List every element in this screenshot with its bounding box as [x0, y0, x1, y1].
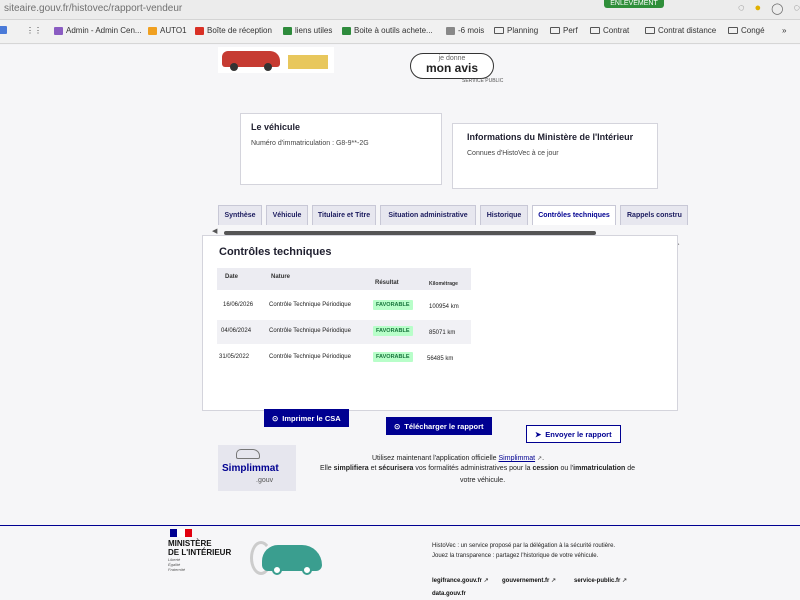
bookmark-item[interactable]: Boite à outils achete... — [342, 26, 433, 35]
col-nature: Nature — [271, 274, 291, 280]
avis-note: SERVICE PUBLIC — [462, 78, 504, 84]
puzzle-icon[interactable]: ◌ — [738, 2, 745, 15]
wheel-icon — [302, 565, 312, 575]
vehicle-card: Le véhicule Numéro d'immatriculation : G… — [240, 113, 442, 185]
color-dot-icon[interactable]: ● — [754, 2, 761, 15]
status-badge: FAVORABLE — [373, 300, 413, 310]
footer-link[interactable]: legifrance.gouv.fr ↗ — [432, 577, 489, 584]
banner-strip — [288, 55, 328, 69]
ministry-card-title: Informations du Ministère de l'Intérieur — [467, 132, 634, 142]
bookmark-overflow-icon[interactable] — [0, 26, 7, 34]
page-content: je donne mon avis SERVICE PUBLIC Le véhi… — [0, 45, 800, 600]
simplimmat-logo[interactable]: Simplimmat .gouv — [218, 445, 296, 491]
tab-vehicule[interactable]: Véhicule — [266, 205, 308, 225]
table-row: 04/06/2024 Contrôle Technique Périodique… — [217, 320, 471, 344]
bookmarks-bar: ⋮⋮ Admin - Admin Cen... AUTO1 Boîte de r… — [0, 20, 800, 44]
plate-number: Numéro d'immatriculation : G8-9**-2G — [251, 140, 369, 147]
col-result: Résultat — [375, 280, 399, 286]
footer-description: HistoVec : un service proposé par la dél… — [432, 543, 616, 549]
vehicle-card-title: Le véhicule — [251, 122, 301, 132]
bookmark-item[interactable]: Admin - Admin Cen... — [54, 26, 142, 35]
ministry-card-subtitle: Connues d'HistoVec à ce jour — [467, 150, 559, 157]
header-banner-image — [218, 47, 334, 73]
report-tabs: Synthèse Véhicule Titulaire et Titre Sit… — [216, 205, 688, 229]
bookmark-item[interactable]: AUTO1 — [148, 26, 187, 35]
url-text: siteaire.gouv.fr/histovec/rapport-vendeu… — [4, 3, 183, 14]
wheel-icon — [264, 63, 272, 71]
promo-line-3: votre véhicule. — [460, 477, 506, 484]
bookmark-icon — [283, 26, 292, 35]
print-csa-button[interactable]: ⊙ Imprimer le CSA — [264, 409, 349, 427]
more-icon[interactable]: ◌ — [793, 2, 800, 15]
car-icon — [236, 449, 260, 459]
address-bar[interactable]: siteaire.gouv.fr/histovec/rapport-vendeu… — [0, 0, 800, 20]
extension-badge[interactable]: ENLEVEMENT — [604, 0, 664, 8]
footer-link[interactable]: gouvernement.fr ↗ — [502, 577, 556, 584]
external-link-icon: ↗ — [483, 578, 489, 584]
mon-avis-button[interactable]: je donne mon avis — [410, 53, 494, 79]
print-icon: ⊙ — [272, 413, 279, 423]
wheel-icon — [272, 565, 282, 575]
bookmark-icon — [54, 26, 63, 35]
bookmark-item[interactable]: liens utiles — [283, 26, 332, 35]
french-flag-icon — [170, 529, 192, 537]
tab-controles-techniques[interactable]: Contrôles techniques — [532, 205, 616, 225]
promo-line-2: Elle simplifiera et sécurisera vos forma… — [320, 465, 636, 472]
folder-icon — [494, 27, 504, 34]
col-date: Date — [225, 274, 239, 280]
send-icon: ➤ — [535, 429, 542, 439]
tab-historique[interactable]: Historique — [480, 205, 528, 225]
wheel-icon — [230, 63, 238, 71]
send-report-button[interactable]: ➤ Envoyer le rapport — [526, 425, 621, 443]
ministry-card: Informations du Ministère de l'Intérieur… — [452, 123, 658, 189]
col-km: Kilométrage — [429, 281, 458, 287]
bookmark-icon — [446, 26, 455, 35]
external-link-icon: ↗ — [551, 578, 557, 584]
table-row: 31/05/2022 Contrôle Technique Périodique… — [219, 352, 454, 362]
footer-link[interactable]: service-public.fr ↗ — [574, 577, 627, 584]
bookmark-icon — [342, 26, 351, 35]
apps-grid-icon[interactable]: ⋮⋮ — [26, 26, 42, 35]
simplimmat-link[interactable]: Simplimmat — [499, 455, 536, 462]
status-badge: FAVORABLE — [373, 326, 413, 336]
folder-icon — [728, 27, 738, 34]
footer-divider — [0, 525, 800, 526]
bookmark-item[interactable]: Boîte de réception — [195, 26, 272, 35]
table-row: 16/06/2026 Contrôle Technique Périodique… — [223, 300, 459, 310]
browser-top-icons: ◌ ● ◯ ◌ — [738, 2, 800, 15]
footer-link[interactable]: data.gouv.fr — [432, 591, 466, 597]
bookmark-icon — [148, 26, 157, 35]
promo-line-1: Utilisez maintenant l'application offici… — [372, 455, 545, 462]
tab-rappels[interactable]: Rappels constru — [620, 205, 688, 225]
bookmark-folder[interactable]: Contrat distance — [645, 26, 716, 35]
folder-icon — [590, 27, 600, 34]
bookmark-folder[interactable]: Perf — [550, 26, 578, 35]
external-link-icon: ↗ — [622, 578, 628, 584]
bookmark-item[interactable]: -6 mois — [446, 26, 484, 35]
download-icon: ⊙ — [394, 421, 401, 431]
folder-icon — [550, 27, 560, 34]
bookmark-folder[interactable]: Congé — [728, 26, 765, 35]
tab-synthese[interactable]: Synthèse — [218, 205, 262, 225]
folder-icon — [645, 27, 655, 34]
tab-situation[interactable]: Situation administrative — [380, 205, 476, 225]
tab-titulaire[interactable]: Titulaire et Titre — [312, 205, 376, 225]
bookmark-folder[interactable]: Contrat — [590, 26, 629, 35]
external-link-icon: ↗ — [537, 456, 543, 462]
tabs-scroll-left-icon[interactable]: ◀ — [212, 227, 217, 235]
gmail-icon — [195, 26, 204, 35]
controles-panel: Contrôles techniques Date Nature Résulta… — [202, 235, 678, 411]
bookmark-folder[interactable]: Planning — [494, 26, 538, 35]
footer-tagline: Jouez la transparence : partagez l'histo… — [432, 553, 599, 559]
download-report-button[interactable]: ⊙ Télécharger le rapport — [386, 417, 492, 435]
more-bookmarks-icon[interactable]: » — [782, 26, 786, 35]
republic-motto: Liberté Égalité Fraternité — [168, 557, 186, 572]
ministry-logo[interactable]: MINISTÈRE DE L'INTÉRIEUR — [168, 539, 231, 557]
profile-icon[interactable]: ◯ — [771, 2, 783, 15]
status-badge: FAVORABLE — [373, 352, 413, 362]
section-title: Contrôles techniques — [219, 246, 332, 258]
histovec-car-logo[interactable] — [262, 545, 322, 571]
